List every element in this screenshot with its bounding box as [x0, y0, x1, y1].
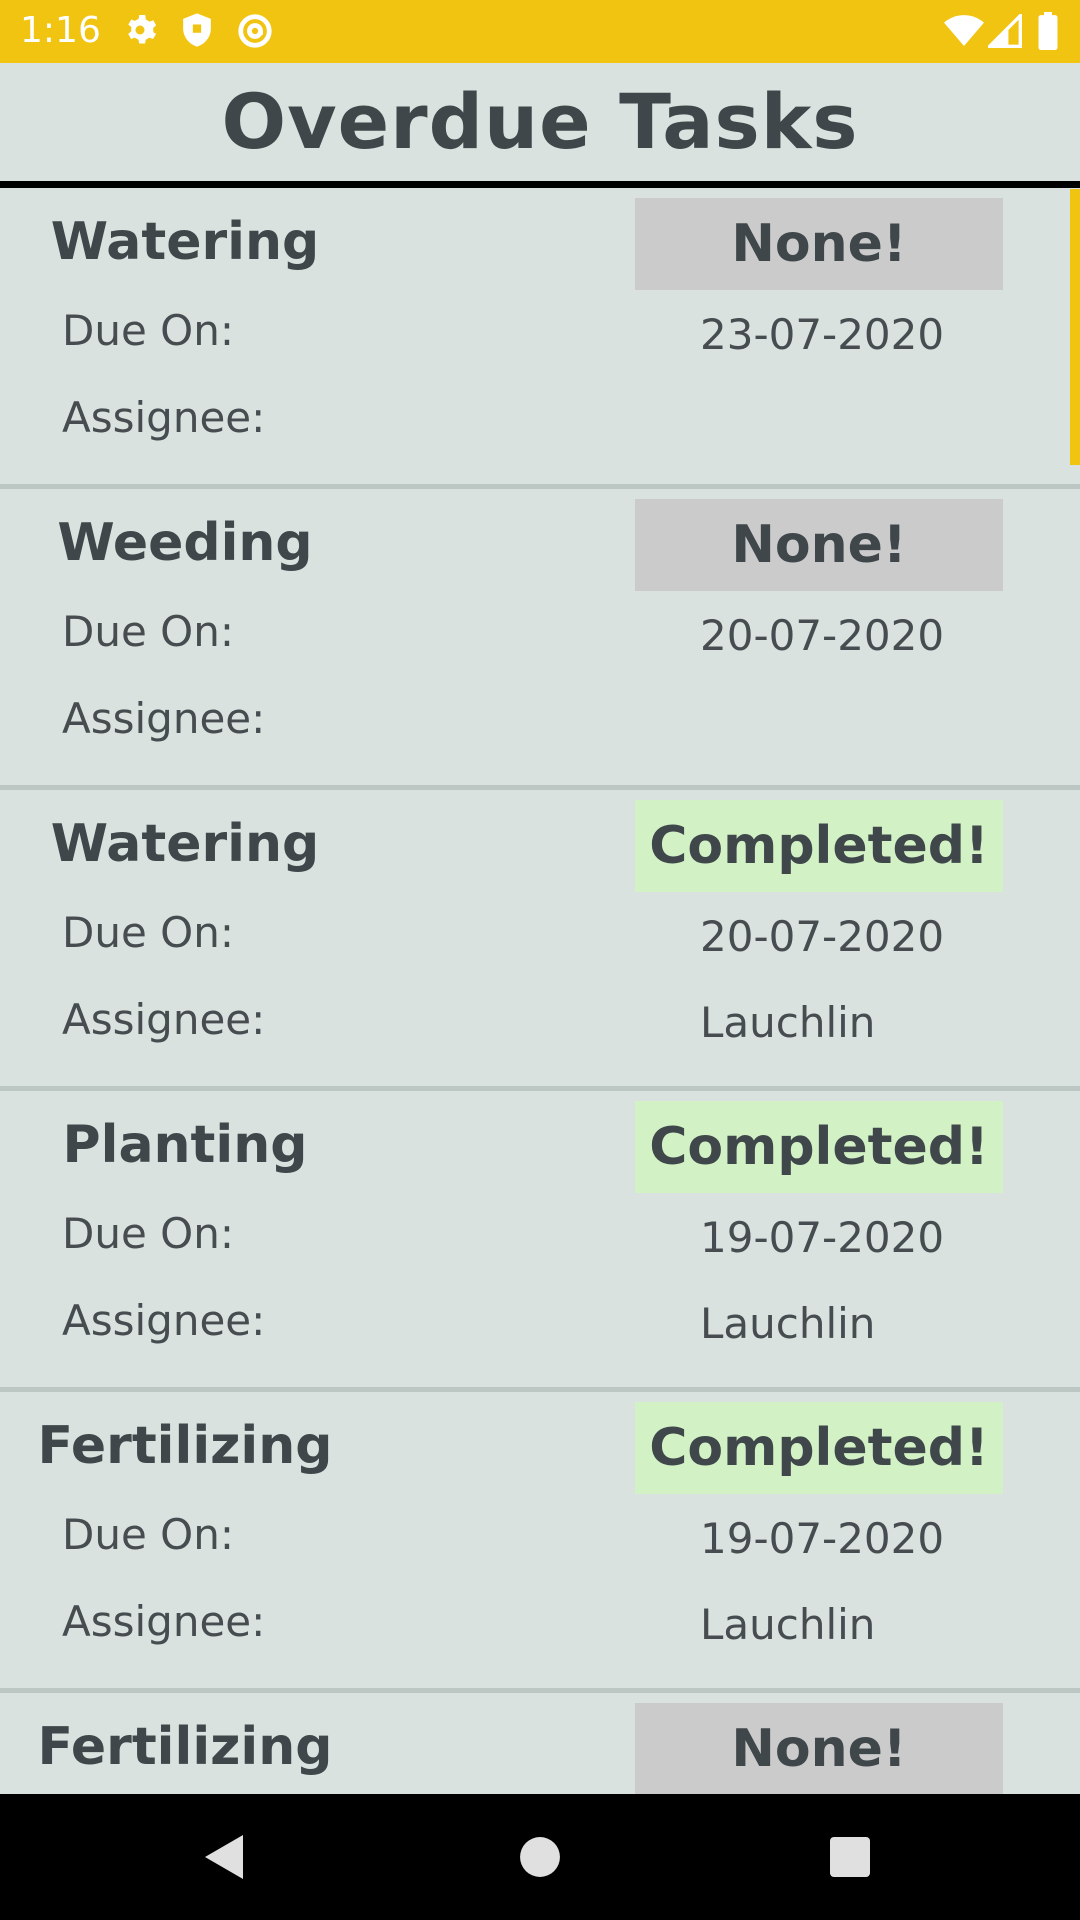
- app-header: Overdue Tasks: [0, 63, 1080, 181]
- due-on-label: Due On:: [62, 306, 234, 355]
- task-name: Fertilizing: [37, 1717, 333, 1777]
- home-icon[interactable]: [505, 1794, 575, 1920]
- due-date-value: 23-07-2020: [700, 310, 945, 359]
- navigation-bar: [0, 1794, 1080, 1920]
- task-card[interactable]: Fertilizing Completed! Due On: 19-07-202…: [0, 1392, 1080, 1693]
- task-name: Weeding: [57, 513, 313, 573]
- task-name: Watering: [50, 212, 320, 272]
- status-badge: Completed!: [635, 1402, 1003, 1494]
- assignee-value: Lauchlin: [700, 998, 876, 1047]
- due-on-label: Due On:: [62, 908, 234, 957]
- task-card[interactable]: Watering None! Due On: 23-07-2020 Assign…: [0, 188, 1080, 489]
- assignee-label: Assignee:: [62, 1296, 266, 1345]
- task-name: Fertilizing: [37, 1416, 333, 1476]
- task-name: Planting: [62, 1115, 308, 1175]
- status-badge: Completed!: [635, 800, 1003, 892]
- due-date-value: 19-07-2020: [700, 1514, 945, 1563]
- status-badge: None!: [635, 1703, 1003, 1794]
- assignee-label: Assignee:: [62, 393, 266, 442]
- due-on-label: Due On:: [62, 607, 234, 656]
- task-card[interactable]: Weeding None! Due On: 20-07-2020 Assigne…: [0, 489, 1080, 790]
- task-list[interactable]: Watering None! Due On: 23-07-2020 Assign…: [0, 188, 1080, 1794]
- task-name: Watering: [50, 814, 320, 874]
- due-on-label: Due On:: [62, 1209, 234, 1258]
- due-on-label: Due On:: [62, 1510, 234, 1559]
- header-divider: [0, 181, 1080, 188]
- recents-icon[interactable]: [815, 1794, 885, 1920]
- assignee-value: Lauchlin: [700, 1299, 876, 1348]
- due-date-value: 20-07-2020: [700, 912, 945, 961]
- task-card[interactable]: Planting Completed! Due On: 19-07-2020 A…: [0, 1091, 1080, 1392]
- status-time: 1:16: [20, 10, 101, 51]
- scrollbar[interactable]: [1070, 189, 1080, 465]
- status-badge: None!: [635, 499, 1003, 591]
- task-card[interactable]: Watering Completed! Due On: 20-07-2020 A…: [0, 790, 1080, 1091]
- battery-icon: [1038, 12, 1058, 54]
- assignee-label: Assignee:: [62, 995, 266, 1044]
- status-bar: 1:16: [0, 0, 1080, 63]
- task-card[interactable]: Fertilizing None! Due On: Assignee:: [0, 1693, 1080, 1794]
- due-date-value: 19-07-2020: [700, 1213, 945, 1262]
- shield-icon: [180, 12, 214, 52]
- page-title: Overdue Tasks: [221, 77, 859, 166]
- assignee-value: Lauchlin: [700, 1600, 876, 1649]
- status-badge: None!: [635, 198, 1003, 290]
- back-icon[interactable]: [190, 1794, 260, 1920]
- assignee-label: Assignee:: [62, 694, 266, 743]
- status-badge: Completed!: [635, 1101, 1003, 1193]
- wifi-icon: [944, 14, 984, 52]
- signal-icon: [985, 11, 1022, 52]
- assignee-label: Assignee:: [62, 1597, 266, 1646]
- gear-icon: [122, 12, 158, 52]
- at-sign-icon: [236, 12, 274, 54]
- due-date-value: 20-07-2020: [700, 611, 945, 660]
